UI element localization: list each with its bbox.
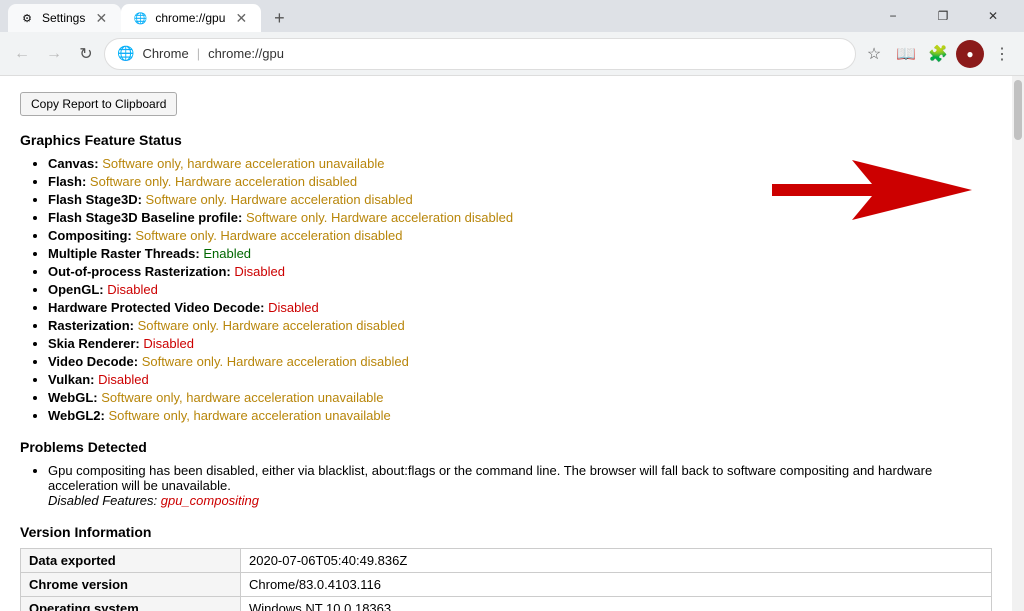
hw-video-status: Disabled bbox=[268, 300, 319, 315]
list-item: Canvas: Software only, hardware accelera… bbox=[48, 156, 992, 171]
rasterization-status: Software only. Hardware acceleration dis… bbox=[138, 318, 405, 333]
list-item: WebGL: Software only, hardware accelerat… bbox=[48, 390, 992, 405]
site-icon: 🌐 bbox=[117, 45, 134, 62]
tab-gpu[interactable]: 🌐 chrome://gpu ✕ bbox=[121, 4, 261, 32]
tab-settings[interactable]: ⚙ Settings ✕ bbox=[8, 4, 121, 32]
list-item: Out-of-process Rasterization: Disabled bbox=[48, 264, 992, 279]
new-tab-button[interactable]: + bbox=[265, 4, 293, 32]
page-content: Copy Report to Clipboard Graphics Featur… bbox=[0, 76, 1012, 611]
webgl2-status: Software only, hardware acceleration una… bbox=[108, 408, 390, 423]
list-item: Skia Renderer: Disabled bbox=[48, 336, 992, 351]
table-row: Data exported 2020-07-06T05:40:49.836Z bbox=[21, 549, 992, 573]
settings-tab-icon: ⚙ bbox=[20, 11, 34, 25]
problems-list: Gpu compositing has been disabled, eithe… bbox=[20, 463, 992, 508]
reader-mode-button[interactable]: 📖 bbox=[892, 40, 920, 68]
list-item: Video Decode: Software only. Hardware ac… bbox=[48, 354, 992, 369]
oop-raster-status: Disabled bbox=[234, 264, 285, 279]
problem-text: Gpu compositing has been disabled, eithe… bbox=[48, 463, 932, 493]
list-item: Flash Stage3D Baseline profile: Software… bbox=[48, 210, 992, 225]
forward-button[interactable]: → bbox=[40, 40, 68, 68]
problems-title: Problems Detected bbox=[20, 439, 992, 455]
compositing-status: Software only. Hardware acceleration dis… bbox=[135, 228, 402, 243]
skia-status: Disabled bbox=[143, 336, 194, 351]
gpu-tab-label: chrome://gpu bbox=[155, 11, 225, 25]
restore-button[interactable]: ❐ bbox=[920, 0, 966, 32]
list-item: Multiple Raster Threads: Enabled bbox=[48, 246, 992, 261]
list-item: OpenGL: Disabled bbox=[48, 282, 992, 297]
version-key: Chrome version bbox=[21, 573, 241, 597]
disabled-features-value: gpu_compositing bbox=[161, 493, 259, 508]
graphics-feature-list: Canvas: Software only, hardware accelera… bbox=[20, 156, 992, 423]
list-item: Hardware Protected Video Decode: Disable… bbox=[48, 300, 992, 315]
browser-content: Copy Report to Clipboard Graphics Featur… bbox=[0, 76, 1024, 611]
vulkan-status: Disabled bbox=[98, 372, 149, 387]
settings-tab-label: Settings bbox=[42, 11, 85, 25]
back-button[interactable]: ← bbox=[8, 40, 36, 68]
version-value: 2020-07-06T05:40:49.836Z bbox=[241, 549, 992, 573]
profile-button[interactable]: ● bbox=[956, 40, 984, 68]
tabs-area: ⚙ Settings ✕ 🌐 chrome://gpu ✕ + bbox=[8, 0, 870, 32]
version-value: Windows NT 10.0.18363 bbox=[241, 597, 992, 611]
version-value: Chrome/83.0.4103.116 bbox=[241, 573, 992, 597]
version-title: Version Information bbox=[20, 524, 992, 540]
version-section: Version Information Data exported 2020-0… bbox=[20, 524, 992, 611]
flash-status: Software only. Hardware acceleration dis… bbox=[90, 174, 357, 189]
webgl-status: Software only, hardware acceleration una… bbox=[101, 390, 383, 405]
list-item: Compositing: Software only. Hardware acc… bbox=[48, 228, 992, 243]
list-item: Vulkan: Disabled bbox=[48, 372, 992, 387]
gpu-tab-close[interactable]: ✕ bbox=[233, 10, 249, 26]
gpu-tab-icon: 🌐 bbox=[133, 11, 147, 25]
flash-stage3d-status: Software only. Hardware acceleration dis… bbox=[146, 192, 413, 207]
menu-button[interactable]: ⋮ bbox=[988, 40, 1016, 68]
video-decode-status: Software only. Hardware acceleration dis… bbox=[142, 354, 409, 369]
list-item: Rasterization: Software only. Hardware a… bbox=[48, 318, 992, 333]
address-divider: | bbox=[197, 46, 200, 61]
opengl-status: Disabled bbox=[107, 282, 158, 297]
minimize-button[interactable]: − bbox=[870, 0, 916, 32]
address-prefix: Chrome bbox=[142, 46, 188, 61]
graphics-section: Graphics Feature Status Canvas: Software… bbox=[20, 132, 992, 423]
table-row: Operating system Windows NT 10.0.18363 bbox=[21, 597, 992, 611]
flash-baseline-status: Software only. Hardware acceleration dis… bbox=[246, 210, 513, 225]
address-bar[interactable]: 🌐 Chrome | chrome://gpu bbox=[104, 38, 856, 70]
graphics-title: Graphics Feature Status bbox=[20, 132, 992, 148]
version-key: Data exported bbox=[21, 549, 241, 573]
list-item: Flash Stage3D: Software only. Hardware a… bbox=[48, 192, 992, 207]
toolbar-actions: ☆ 📖 🧩 ● ⋮ bbox=[860, 40, 1016, 68]
bookmark-button[interactable]: ☆ bbox=[860, 40, 888, 68]
reload-button[interactable]: ↻ bbox=[72, 40, 100, 68]
canvas-status: Software only, hardware acceleration una… bbox=[102, 156, 384, 171]
extensions-button[interactable]: 🧩 bbox=[924, 40, 952, 68]
version-table: Data exported 2020-07-06T05:40:49.836Z C… bbox=[20, 548, 992, 611]
scrollbar-thumb[interactable] bbox=[1014, 80, 1022, 140]
list-item: Gpu compositing has been disabled, eithe… bbox=[48, 463, 992, 508]
table-row: Chrome version Chrome/83.0.4103.116 bbox=[21, 573, 992, 597]
copy-report-button[interactable]: Copy Report to Clipboard bbox=[20, 92, 177, 116]
title-bar: ⚙ Settings ✕ 🌐 chrome://gpu ✕ + − ❐ ✕ bbox=[0, 0, 1024, 32]
close-button[interactable]: ✕ bbox=[970, 0, 1016, 32]
settings-tab-close[interactable]: ✕ bbox=[93, 10, 109, 26]
profile-avatar: ● bbox=[966, 47, 973, 61]
version-key: Operating system bbox=[21, 597, 241, 611]
list-item: WebGL2: Software only, hardware accelera… bbox=[48, 408, 992, 423]
address-url: chrome://gpu bbox=[208, 46, 284, 61]
raster-threads-status: Enabled bbox=[203, 246, 251, 261]
list-item: Flash: Software only. Hardware accelerat… bbox=[48, 174, 992, 189]
problems-section: Problems Detected Gpu compositing has be… bbox=[20, 439, 992, 508]
disabled-features-label: Disabled Features: gpu_compositing bbox=[48, 493, 259, 508]
browser-toolbar: ← → ↻ 🌐 Chrome | chrome://gpu ☆ 📖 🧩 ● ⋮ bbox=[0, 32, 1024, 76]
window-controls: − ❐ ✕ bbox=[870, 0, 1016, 32]
scrollbar[interactable] bbox=[1012, 76, 1024, 611]
